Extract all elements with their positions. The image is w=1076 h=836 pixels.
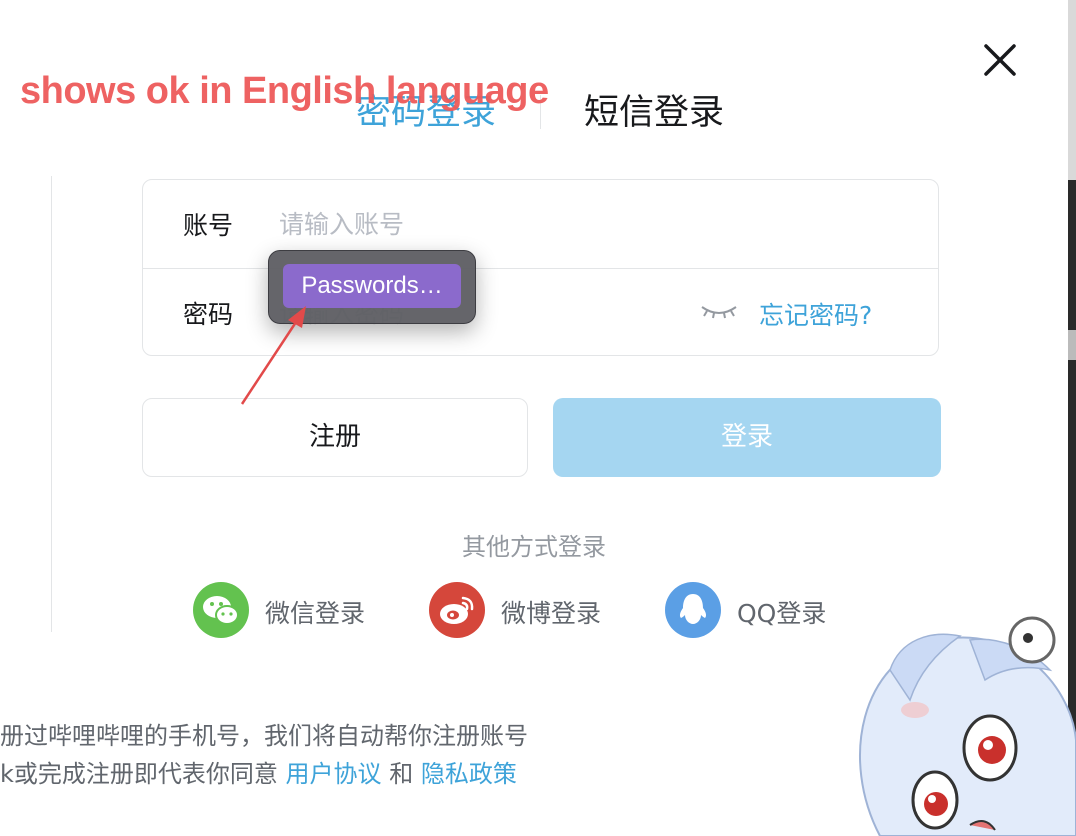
weibo-login-button[interactable]: 微博登录 — [429, 582, 619, 638]
password-label: 密码 — [183, 300, 234, 329]
weibo-icon — [429, 582, 485, 638]
mascot-illustration — [820, 600, 1076, 836]
account-label: 账号 — [183, 211, 234, 240]
user-agreement-link[interactable]: 用户协议 — [286, 760, 382, 788]
close-icon — [984, 44, 1016, 76]
qq-icon — [665, 582, 721, 638]
privacy-policy-link[interactable]: 隐私政策 — [421, 760, 517, 788]
weibo-login-label: 微博登录 — [501, 599, 602, 628]
other-login-title-text: 其他方式登录 — [462, 533, 606, 561]
notice-line-2: k或完成注册即代表你同意 用户协议 和 隐私政策 — [0, 754, 517, 789]
account-row: 账号 — [143, 180, 938, 269]
notice-and: 和 — [389, 760, 414, 788]
forgot-password-link[interactable]: 忘记密码? — [759, 296, 872, 332]
qq-login-button[interactable]: QQ登录 — [665, 582, 845, 638]
annotation-text: shows ok in English language — [20, 70, 549, 112]
account-input[interactable] — [279, 202, 839, 246]
arrow-annotation — [240, 306, 306, 405]
wechat-login-button[interactable]: 微信登录 — [193, 582, 383, 638]
notice-line-1: 册过哔哩哔哩的手机号，我们将自动帮你注册账号 — [0, 722, 528, 750]
wechat-login-label: 微信登录 — [265, 599, 366, 628]
notice-prefix: k或完成注册即代表你同意 — [0, 760, 278, 788]
wechat-icon — [193, 582, 249, 638]
divider-line — [51, 176, 52, 632]
login-button[interactable]: 登录 — [553, 398, 941, 477]
qq-login-label: QQ登录 — [737, 599, 827, 628]
eye-closed-icon[interactable] — [699, 299, 739, 323]
tab-sms-login[interactable]: 短信登录 — [584, 84, 724, 135]
close-button[interactable] — [978, 38, 1022, 82]
